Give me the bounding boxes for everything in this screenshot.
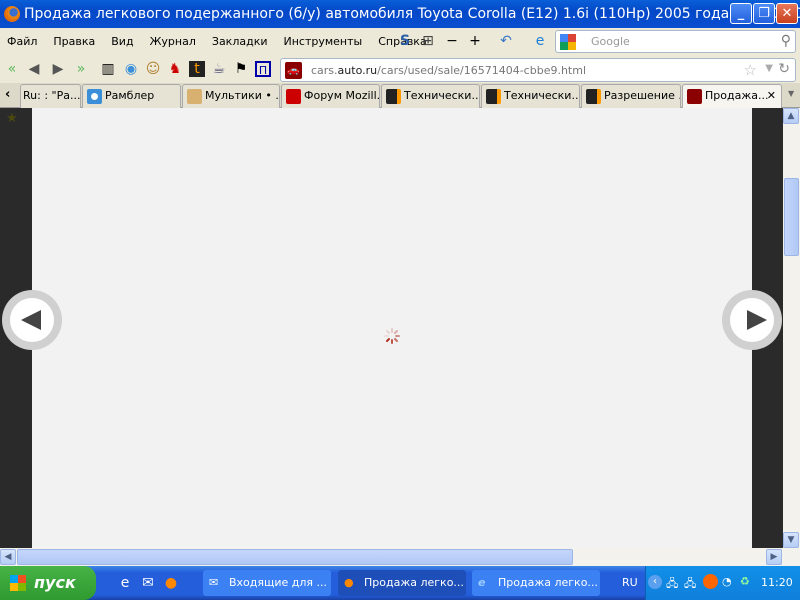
scroll-left-button[interactable]: ◀ xyxy=(0,549,16,565)
reload-icon[interactable]: ↻ xyxy=(778,61,790,77)
window-title: Продажа легкового подержанного (б/у) авт… xyxy=(24,6,800,22)
tab[interactable]: Рамблер xyxy=(82,84,181,108)
star-icon: ★ xyxy=(6,111,18,126)
url-bar[interactable]: 🚗 cars.auto.ru/cars/used/sale/16571404-c… xyxy=(280,58,796,82)
url-text[interactable]: cars.auto.ru/cars/used/sale/16571404-cbb… xyxy=(311,64,586,77)
menu-bookmarks[interactable]: Закладки xyxy=(212,35,268,48)
start-label: пуск xyxy=(34,573,76,592)
firefox-icon: ● xyxy=(344,576,354,589)
star-bookmark-icon[interactable]: ☆ xyxy=(744,61,757,79)
outlook-quicklaunch-icon[interactable]: ✉ xyxy=(140,575,156,591)
tabs-scroll-left-icon[interactable]: ‹ xyxy=(5,87,10,102)
close-button[interactable]: ✕ xyxy=(776,3,798,24)
vertical-scrollbar[interactable]: ▲ ▼ xyxy=(783,108,800,548)
previous-image-button[interactable] xyxy=(2,290,62,350)
show-hidden-icons-button[interactable]: ‹ xyxy=(648,575,662,589)
scroll-down-button[interactable]: ▼ xyxy=(783,532,799,548)
rambler-icon xyxy=(87,89,102,104)
restore-button[interactable]: ❐ xyxy=(753,3,775,24)
horizontal-scrollbar[interactable]: ◀ ▶ xyxy=(0,548,800,566)
taskbar-item-active[interactable]: ● Продажа легко... xyxy=(338,570,466,596)
vertical-scroll-thumb[interactable] xyxy=(784,178,799,256)
volume-icon[interactable]: ◔ xyxy=(722,575,732,588)
tab[interactable]: Разрешение ... xyxy=(581,84,681,108)
network-icon[interactable]: 🖧 xyxy=(666,575,678,594)
page-content: ★ xyxy=(0,108,783,548)
tech-icon[interactable]: t xyxy=(189,61,205,77)
site-car-icon: 🚗 xyxy=(285,62,302,79)
windows-logo-icon xyxy=(10,575,26,591)
outlook-icon: ✉ xyxy=(209,576,219,589)
mozilla-forum-icon xyxy=(286,89,301,104)
taskbar-item[interactable]: e Продажа легко... xyxy=(472,570,600,596)
back-icon[interactable]: ◀ xyxy=(26,61,42,77)
tab[interactable]: Технически... xyxy=(481,84,580,108)
ie-quicklaunch-icon[interactable]: e xyxy=(117,575,133,591)
arrow-left-icon xyxy=(21,310,41,330)
tab[interactable]: Ru: : "Ра... xyxy=(20,84,81,108)
close-tab-icon[interactable]: ✕ xyxy=(767,85,776,107)
search-input[interactable]: Google xyxy=(591,35,630,48)
cartoons-icon[interactable]: ☺ xyxy=(145,61,161,77)
tech-icon xyxy=(386,89,401,104)
tab[interactable]: Форум Mozill... xyxy=(281,84,380,108)
tab-list-icon[interactable]: ▼ xyxy=(788,89,794,98)
tab-bar: ‹ Ru: : "Ра... Рамблер Мультики • ... Фо… xyxy=(0,83,800,108)
system-tray: ‹ 🖧 🖧 ◔ ♻ 11:20 xyxy=(645,566,800,600)
menu-file[interactable]: Файл xyxy=(7,35,37,48)
safely-remove-icon[interactable]: ♻ xyxy=(740,575,750,588)
taskbar: пуск e ✉ ● ✉ Входящие для ... ● Продажа ле… xyxy=(0,566,800,600)
agent-icon[interactable] xyxy=(703,574,718,589)
rewind-icon[interactable]: « xyxy=(4,61,20,77)
bookmark-city-icon[interactable]: ▥ xyxy=(100,61,116,77)
network-icon[interactable]: 🖧 xyxy=(684,575,696,594)
search-box[interactable]: Google ⚲ xyxy=(555,30,796,53)
minimize-button[interactable]: _ xyxy=(730,3,752,24)
history-dropdown-icon[interactable]: ▼ xyxy=(765,63,773,74)
undo-icon[interactable]: ↶ xyxy=(498,33,514,49)
menu-edit[interactable]: Правка xyxy=(53,35,95,48)
tab-active[interactable]: Продажа... ✕ xyxy=(682,84,782,108)
firefox-icon xyxy=(4,6,20,22)
scroll-up-button[interactable]: ▲ xyxy=(783,108,799,124)
parking-icon[interactable]: П xyxy=(255,61,271,77)
fast-forward-icon[interactable]: » xyxy=(73,61,89,77)
mozilla-forum-icon[interactable]: ♞ xyxy=(167,61,183,77)
firefox-quicklaunch-icon[interactable]: ● xyxy=(163,575,179,591)
tab[interactable]: Мультики • ... xyxy=(182,84,280,108)
loading-spinner-icon xyxy=(384,328,400,344)
taskbar-item[interactable]: ✉ Входящие для ... xyxy=(203,570,331,596)
magnifier-icon[interactable]: ⚲ xyxy=(781,33,791,49)
ie-icon[interactable]: e xyxy=(532,33,548,49)
arrow-right-icon xyxy=(747,310,767,330)
horizontal-scroll-thumb[interactable] xyxy=(17,549,573,565)
google-icon xyxy=(560,34,576,50)
menu-history[interactable]: Журнал xyxy=(150,35,196,48)
rambler-icon[interactable]: ◉ xyxy=(123,61,139,77)
tab[interactable]: Технически... xyxy=(381,84,480,108)
title-bar: Продажа легкового подержанного (б/у) авт… xyxy=(0,0,800,28)
bookmark-icon[interactable]: ☕ xyxy=(211,61,227,77)
racing-flag-icon[interactable]: ⚑ xyxy=(233,61,249,77)
tech-icon xyxy=(586,89,601,104)
scroll-right-button[interactable]: ▶ xyxy=(766,549,782,565)
addon-icon[interactable]: ⊞ xyxy=(420,33,436,49)
tech-icon xyxy=(486,89,501,104)
cartoons-icon xyxy=(187,89,202,104)
clock[interactable]: 11:20 xyxy=(761,576,793,589)
site-car-icon xyxy=(687,89,702,104)
language-indicator[interactable]: RU xyxy=(622,576,638,589)
zoom-in-icon[interactable]: + xyxy=(467,33,483,49)
lightbox xyxy=(32,108,752,548)
zoom-out-icon[interactable]: − xyxy=(444,33,460,49)
menu-view[interactable]: Вид xyxy=(111,35,133,48)
skype-icon[interactable]: S xyxy=(397,33,413,49)
forward-icon[interactable]: ▶ xyxy=(50,61,66,77)
menu-tools[interactable]: Инструменты xyxy=(284,35,363,48)
ie-icon: e xyxy=(478,576,486,589)
next-image-button[interactable] xyxy=(722,290,782,350)
start-button[interactable]: пуск xyxy=(0,566,96,600)
